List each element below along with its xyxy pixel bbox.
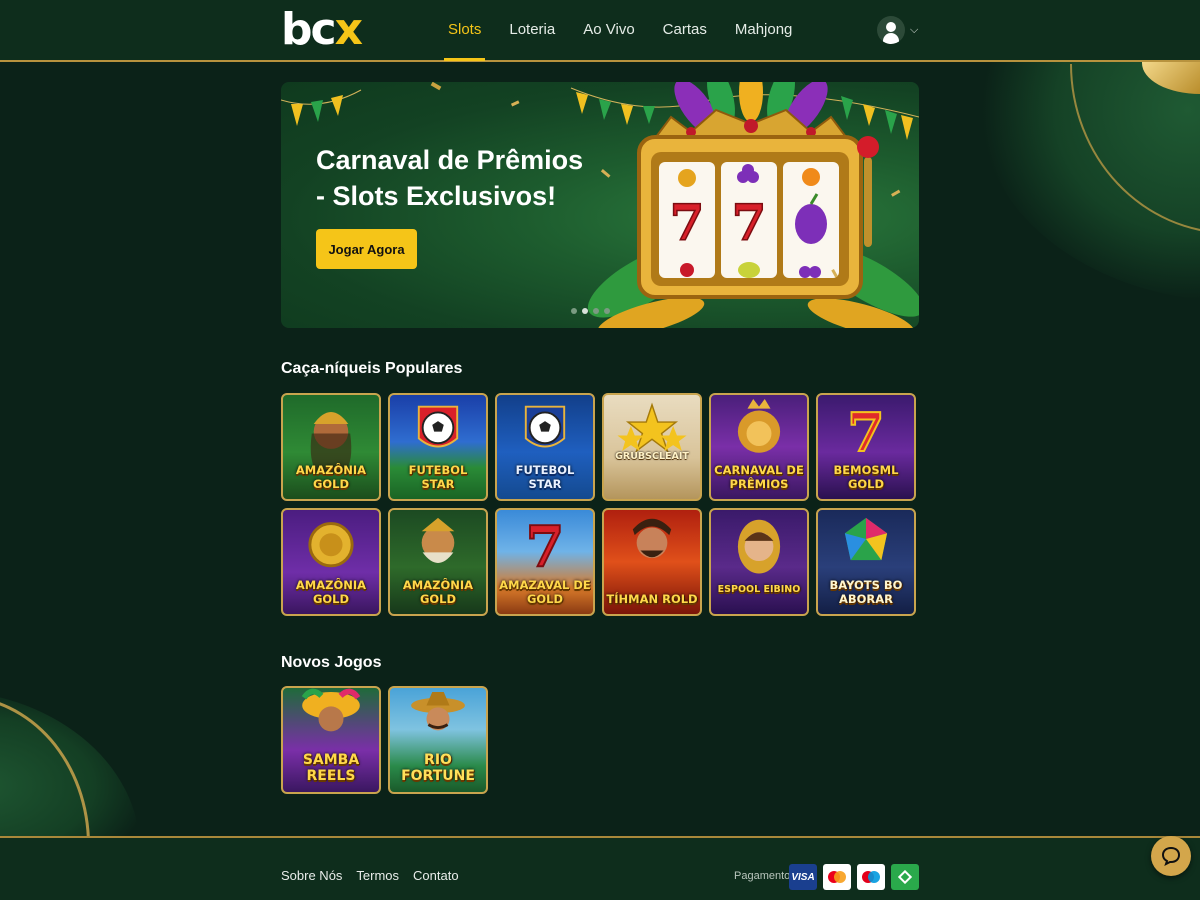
game-title: TÍHMAN ROLD [606, 592, 698, 606]
game-tile[interactable]: CARNAVAL DE PRÊMIOS [709, 393, 809, 501]
game-title: GRUBSCLEAIT [615, 451, 689, 462]
game-tile[interactable]: AMAZÔNIA GOLD [281, 508, 381, 616]
game-title: BEMOSML GOLD [833, 463, 899, 491]
game-title: FUTEBOL STAR [408, 463, 468, 491]
payment-methods: VISA [789, 864, 919, 890]
section-title-popular: Caça-níqueis Populares [281, 360, 463, 377]
game-title: AMAZÔNIA GOLD [402, 578, 474, 606]
user-menu-button[interactable]: ⌵ [877, 13, 921, 47]
game-tile[interactable]: SAMBA REELS [281, 686, 381, 794]
nav-item-slots[interactable]: Slots [434, 0, 495, 61]
svg-text:7: 7 [732, 193, 767, 252]
nav-item-loteria[interactable]: Loteria [495, 0, 569, 60]
nav-item-ao-vivo[interactable]: Ao Vivo [569, 0, 648, 60]
pix-icon [891, 864, 919, 890]
footer-link-terms[interactable]: Termos [356, 868, 399, 883]
game-title: AMAZAVAL DE GOLD [499, 578, 591, 606]
game-tile[interactable]: ESPOOL EIBINO [709, 508, 809, 616]
game-tile[interactable]: FUTEBOL STAR [495, 393, 595, 501]
chevron-down-icon: ⌵ [910, 23, 919, 36]
carousel-dots [571, 308, 610, 314]
new-games-grid: SAMBA REELS RIO FORTUNE [281, 686, 916, 794]
game-tile[interactable]: AMAZÔNIA GOLD [281, 393, 381, 501]
visa-icon: VISA [789, 864, 817, 890]
svg-text:7: 7 [847, 401, 884, 464]
play-now-button[interactable]: Jogar Agora [316, 229, 417, 269]
footer-link-about[interactable]: Sobre Nós [281, 868, 342, 883]
svg-text:7: 7 [526, 515, 565, 580]
game-tile[interactable]: 7 BEMOSML GOLD [816, 393, 916, 501]
chat-support-button[interactable] [1151, 836, 1191, 876]
promo-banner[interactable]: Carnaval de Prêmios - Slots Exclusivos! … [281, 82, 919, 328]
slot-machine-illustration: 7 7 [587, 82, 919, 328]
top-navbar: bcx Slots Loteria Ao Vivo Cartas Mahjong… [0, 0, 1200, 62]
nav-item-mahjong[interactable]: Mahjong [721, 0, 807, 60]
game-title: SAMBA REELS [302, 752, 360, 784]
game-title: FUTEBOL STAR [515, 463, 575, 491]
game-tile[interactable]: 7 AMAZAVAL DE GOLD [495, 508, 595, 616]
payment-label: Pagamento [734, 870, 791, 882]
game-title: AMAZÔNIA GOLD [295, 463, 367, 491]
game-title: AMAZÔNIA GOLD [295, 578, 367, 606]
section-title-new: Novos Jogos [281, 654, 382, 671]
game-title: CARNAVAL DE PRÊMIOS [714, 463, 804, 491]
game-tile[interactable]: TÍHMAN ROLD [602, 508, 702, 616]
game-title: ESPOOL EIBINO [717, 584, 801, 595]
game-tile[interactable]: BAYOTS BO ABORAR [816, 508, 916, 616]
game-tile[interactable]: GRUBSCLEAIT [602, 393, 702, 501]
game-title: BAYOTS BO ABORAR [829, 578, 903, 606]
carousel-dot[interactable] [571, 308, 577, 314]
banner-title: Carnaval de Prêmios - Slots Exclusivos! [316, 145, 584, 211]
site-logo[interactable]: bcx [281, 8, 363, 52]
game-tile[interactable]: AMAZÔNIA GOLD [388, 508, 488, 616]
nav-item-cartas[interactable]: Cartas [649, 0, 721, 60]
game-tile[interactable]: RIO FORTUNE [388, 686, 488, 794]
mastercard-icon [823, 864, 851, 890]
carousel-dot[interactable] [604, 308, 610, 314]
footer: Sobre Nós Termos Contato Pagamento VISA [0, 836, 1200, 900]
carousel-dot[interactable] [593, 308, 599, 314]
main-nav: Slots Loteria Ao Vivo Cartas Mahjong [434, 0, 806, 62]
maestro-icon [857, 864, 885, 890]
footer-link-contact[interactable]: Contato [413, 868, 459, 883]
game-tile[interactable]: FUTEBOL STAR [388, 393, 488, 501]
chat-bubble-icon [1161, 846, 1181, 866]
game-title: RIO FORTUNE [401, 752, 475, 784]
carousel-dot[interactable] [582, 308, 588, 314]
user-icon [877, 16, 905, 44]
svg-text:7: 7 [670, 193, 705, 252]
popular-games-grid: AMAZÔNIA GOLD FUTEBOL STAR FUTEBOL STAR … [281, 393, 916, 616]
footer-links: Sobre Nós Termos Contato [281, 868, 459, 883]
